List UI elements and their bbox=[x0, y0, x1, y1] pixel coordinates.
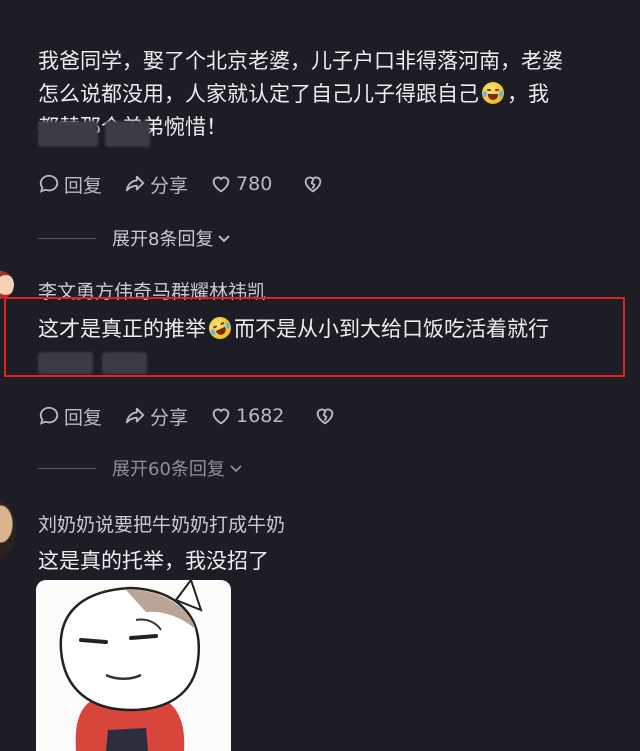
avatar[interactable] bbox=[0, 500, 16, 560]
reply-button[interactable]: 回复 bbox=[38, 171, 102, 198]
share-button[interactable]: 分享 bbox=[124, 403, 188, 430]
broken-heart-icon bbox=[317, 408, 334, 425]
blurred-metadata bbox=[38, 121, 98, 147]
comment-feed: 我爸同学，娶了个北京老婆，儿子户口非得落河南，老婆 怎么说都没用，人家就认定了自… bbox=[0, 0, 640, 751]
heart-icon bbox=[212, 176, 230, 193]
avatar[interactable] bbox=[0, 271, 14, 299]
share-icon bbox=[125, 175, 145, 192]
comment-line: 怎么说都没用，人家就认定了自己儿子得跟自己 ，我 bbox=[38, 82, 549, 106]
like-button[interactable]: 1682 bbox=[210, 405, 284, 427]
broken-heart-icon bbox=[305, 176, 322, 193]
expand-replies-button[interactable]: 展开8条回复 bbox=[38, 226, 232, 250]
highlight-box bbox=[4, 297, 625, 377]
divider-line bbox=[38, 237, 96, 239]
like-button[interactable]: 780 bbox=[210, 173, 272, 195]
reply-button[interactable]: 回复 bbox=[38, 403, 102, 430]
heart-icon bbox=[212, 408, 230, 425]
comment-text: 这是真的托举，我没招了 bbox=[38, 549, 269, 573]
comment-actions: 回复 分享 1682 bbox=[38, 403, 340, 429]
chevron-down-icon bbox=[230, 465, 242, 473]
sticker-image bbox=[59, 580, 203, 751]
comment-icon bbox=[39, 406, 59, 425]
dislike-button[interactable] bbox=[314, 405, 340, 427]
expand-replies-button[interactable]: 展开60条回复 bbox=[38, 456, 244, 480]
share-button[interactable]: 分享 bbox=[124, 171, 188, 198]
cartoon-cat-sticker[interactable] bbox=[36, 580, 231, 751]
comment-actions: 回复 分享 780 bbox=[38, 171, 328, 197]
blurred-metadata bbox=[105, 121, 150, 147]
grinning-sweat-emoji bbox=[482, 82, 504, 104]
comment-username[interactable]: 刘奶奶说要把牛奶奶打成牛奶 bbox=[38, 510, 285, 537]
comment-icon bbox=[39, 174, 59, 193]
share-icon bbox=[125, 407, 145, 424]
dislike-button[interactable] bbox=[302, 173, 328, 195]
divider-line bbox=[38, 467, 96, 469]
chevron-down-icon bbox=[218, 235, 231, 243]
comment-line: 我爸同学，娶了个北京老婆，儿子户口非得落河南，老婆 bbox=[38, 49, 563, 73]
